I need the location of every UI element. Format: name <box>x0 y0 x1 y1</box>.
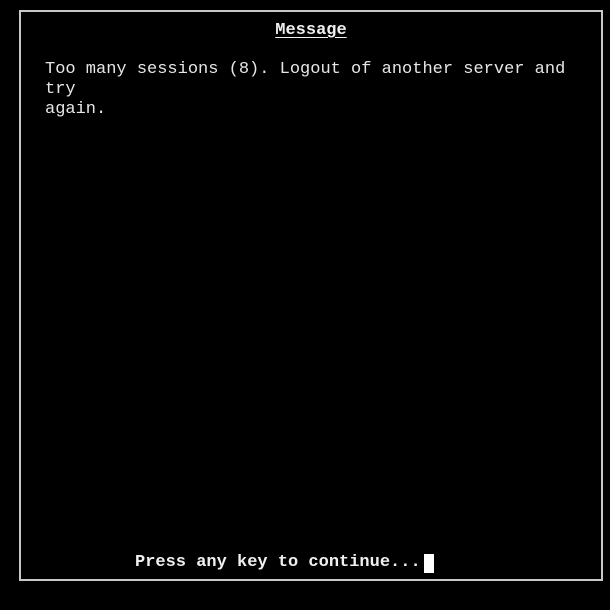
text-cursor <box>423 553 434 573</box>
dialog-title-text: Message <box>275 21 347 40</box>
message-line-1: Too many sessions (8). Logout of another… <box>45 60 576 99</box>
message-dialog: Message Too many sessions (8). Logout of… <box>19 10 603 581</box>
dialog-message: Too many sessions (8). Logout of another… <box>45 60 595 120</box>
terminal-screen: Message Too many sessions (8). Logout of… <box>0 0 610 610</box>
message-line-2: again. <box>45 100 107 119</box>
continue-prompt-text: Press any key to continue... <box>135 553 421 572</box>
dialog-title: Message <box>21 20 601 42</box>
continue-prompt[interactable]: Press any key to continue... <box>135 552 434 574</box>
